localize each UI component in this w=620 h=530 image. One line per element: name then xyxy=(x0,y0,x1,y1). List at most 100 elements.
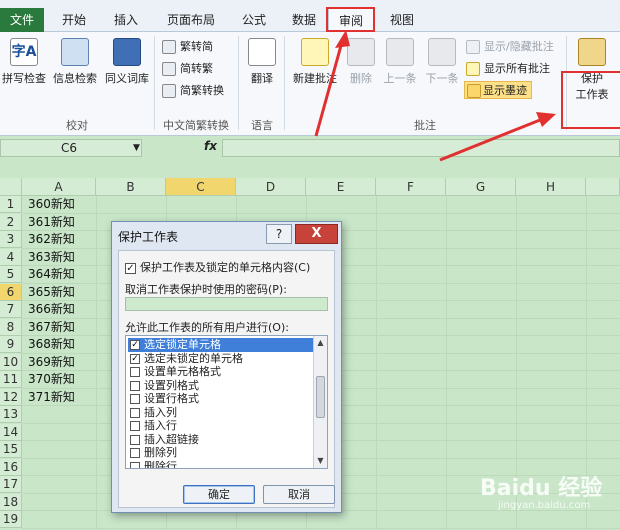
cell-a[interactable]: 366新知 xyxy=(28,301,75,318)
column-header[interactable]: B xyxy=(96,178,166,196)
chevron-down-icon[interactable]: ▼ xyxy=(133,140,140,156)
previous-comment-button[interactable]: 上一条 xyxy=(380,38,420,86)
row-header[interactable]: 12 xyxy=(0,388,22,406)
cell-a[interactable]: 369新知 xyxy=(28,354,75,371)
cell-a[interactable]: 368新知 xyxy=(28,336,75,353)
spell-check-button[interactable]: 字A 拼写检查 xyxy=(2,38,46,86)
permission-option[interactable]: 插入行 xyxy=(128,419,313,433)
permission-option[interactable]: 插入列 xyxy=(128,406,313,420)
checkbox-unchecked[interactable] xyxy=(130,448,140,458)
cell-a[interactable]: 365新知 xyxy=(28,284,75,301)
scroll-down-icon[interactable]: ▼ xyxy=(315,455,326,467)
cell-a[interactable]: 360新知 xyxy=(28,196,75,213)
cancel-button[interactable]: 取消 xyxy=(263,485,335,504)
protect-contents-checkbox[interactable]: ✓ 保护工作表及锁定的单元格内容(C) xyxy=(125,259,310,275)
permissions-list[interactable]: ✓ 选定锁定单元格 ✓ 选定未锁定的单元格 设置单元格格式 设置列格式 设置行格式 插入列 插入… xyxy=(125,335,328,469)
select-all-corner[interactable] xyxy=(0,178,22,196)
permission-option[interactable]: 设置行格式 xyxy=(128,392,313,406)
checkbox-unchecked[interactable] xyxy=(130,461,140,468)
translate-button[interactable]: 翻译 xyxy=(242,38,282,86)
permission-option[interactable]: 删除列 xyxy=(128,446,313,460)
tab-page-layout[interactable]: 页面布局 xyxy=(158,8,224,32)
grid-line xyxy=(22,212,620,214)
thesaurus-button[interactable]: 同义词库 xyxy=(102,38,152,86)
permission-option[interactable]: ✓ 选定锁定单元格 xyxy=(128,338,313,352)
checkbox-checked[interactable]: ✓ xyxy=(130,340,140,350)
row-header[interactable]: 5 xyxy=(0,266,22,283)
new-comment-button[interactable]: 新建批注 xyxy=(288,38,342,86)
row-header[interactable]: 4 xyxy=(0,248,22,266)
tab-view[interactable]: 视图 xyxy=(380,8,424,32)
permission-option[interactable]: 删除行 xyxy=(128,460,313,468)
row-header[interactable]: 10 xyxy=(0,353,22,371)
show-ink-button[interactable]: 显示墨迹 xyxy=(464,81,532,99)
row-header[interactable]: 9 xyxy=(0,336,22,353)
show-hide-comment-button[interactable]: 显示/隐藏批注 xyxy=(466,38,554,56)
row-header[interactable]: 6 xyxy=(0,283,22,301)
formula-input[interactable] xyxy=(222,139,620,157)
password-input[interactable] xyxy=(125,297,328,311)
checkbox-checked[interactable]: ✓ xyxy=(125,262,136,274)
to-simplified-button[interactable]: 简转繁 xyxy=(162,60,213,78)
checkbox-unchecked[interactable] xyxy=(130,421,140,431)
tab-formulas[interactable]: 公式 xyxy=(232,8,276,32)
row-header[interactable]: 19 xyxy=(0,511,22,528)
row-header[interactable]: 11 xyxy=(0,371,22,388)
permission-option[interactable]: 设置单元格格式 xyxy=(128,365,313,379)
permission-option[interactable]: ✓ 选定未锁定的单元格 xyxy=(128,352,313,366)
tab-home[interactable]: 开始 xyxy=(52,8,96,32)
checkbox-unchecked[interactable] xyxy=(130,434,140,445)
row-header[interactable]: 2 xyxy=(0,213,22,231)
close-button[interactable]: X xyxy=(295,224,338,244)
cell-a[interactable]: 370新知 xyxy=(28,371,75,388)
column-header[interactable]: H xyxy=(516,178,586,196)
row-header[interactable]: 14 xyxy=(0,423,22,441)
row-header[interactable]: 15 xyxy=(0,441,22,458)
tab-insert[interactable]: 插入 xyxy=(104,8,148,32)
column-header[interactable]: A xyxy=(22,178,96,196)
next-comment-button[interactable]: 下一条 xyxy=(422,38,462,86)
conversion-button[interactable]: 简繁转换 xyxy=(162,82,224,100)
row-header[interactable]: 8 xyxy=(0,318,22,336)
cell-a[interactable]: 371新知 xyxy=(28,389,75,406)
checkbox-unchecked[interactable] xyxy=(130,380,140,391)
permission-option[interactable]: 插入超链接 xyxy=(128,433,313,447)
list-scrollbar[interactable]: ▲ ▼ xyxy=(313,336,327,468)
delete-comment-button[interactable]: 删除 xyxy=(344,38,378,86)
cell-a[interactable]: 367新知 xyxy=(28,319,75,336)
show-all-comments-button[interactable]: 显示所有批注 xyxy=(466,60,550,78)
research-button[interactable]: 信息检索 xyxy=(50,38,100,86)
checkbox-unchecked[interactable] xyxy=(130,407,140,418)
scroll-thumb[interactable] xyxy=(316,376,325,418)
checkbox-unchecked[interactable] xyxy=(130,394,140,404)
column-header[interactable] xyxy=(586,178,620,196)
tab-file[interactable]: 文件 xyxy=(0,8,44,32)
column-header[interactable]: E xyxy=(306,178,376,196)
checkbox-unchecked[interactable] xyxy=(130,367,140,377)
column-header[interactable]: G xyxy=(446,178,516,196)
cell-a[interactable]: 361新知 xyxy=(28,214,75,231)
row-header[interactable]: 1 xyxy=(0,196,22,213)
help-button[interactable]: ? xyxy=(266,224,292,244)
to-traditional-button[interactable]: 繁转简 xyxy=(162,38,213,56)
row-header[interactable]: 13 xyxy=(0,406,22,423)
row-header[interactable]: 3 xyxy=(0,231,22,248)
fx-icon[interactable]: fx xyxy=(204,139,217,153)
row-header[interactable]: 17 xyxy=(0,476,22,493)
scroll-up-icon[interactable]: ▲ xyxy=(315,337,326,349)
cell-a[interactable]: 364新知 xyxy=(28,266,75,283)
permission-option[interactable]: 设置列格式 xyxy=(128,379,313,393)
cell-a[interactable]: 363新知 xyxy=(28,249,75,266)
row-header[interactable]: 7 xyxy=(0,301,22,318)
row-header[interactable]: 16 xyxy=(0,458,22,476)
name-box[interactable]: C6 ▼ xyxy=(0,139,142,157)
checkbox-checked[interactable]: ✓ xyxy=(130,353,140,364)
proofing-group-label: 校对 xyxy=(66,119,88,132)
tab-data[interactable]: 数据 xyxy=(282,8,326,32)
column-header[interactable]: C xyxy=(166,178,236,196)
column-header[interactable]: D xyxy=(236,178,306,196)
row-header[interactable]: 18 xyxy=(0,493,22,511)
column-header[interactable]: F xyxy=(376,178,446,196)
cell-a[interactable]: 362新知 xyxy=(28,231,75,248)
ok-button[interactable]: 确定 xyxy=(183,485,255,504)
